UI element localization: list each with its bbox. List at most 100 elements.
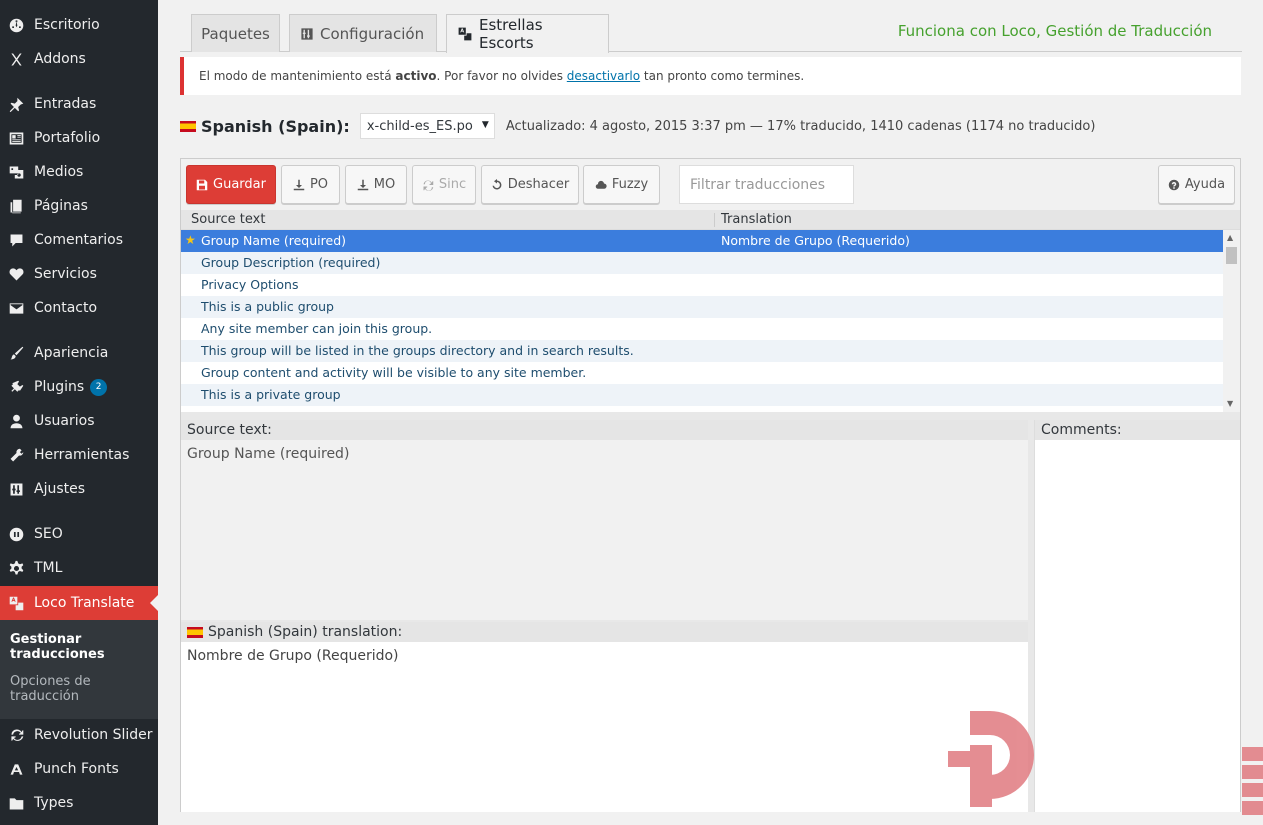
tab-label: Configuración (320, 24, 425, 43)
powered-by-text: Funciona con Loco, Gestión de Traducción (897, 22, 1212, 40)
revert-label: Deshacer (507, 177, 570, 192)
sidebar-item-servicios[interactable]: Servicios (0, 257, 158, 291)
po-label: PO (309, 177, 329, 192)
scrollbar-thumb[interactable] (1226, 247, 1237, 264)
scroll-up-arrow-icon[interactable]: ▲ (1227, 233, 1233, 242)
maintenance-notice: El modo de mantenimiento está activo. Po… (180, 57, 1241, 95)
dashboard-icon (6, 15, 26, 35)
help-icon (1168, 179, 1180, 190)
column-separator[interactable] (714, 213, 715, 227)
source-panel: Source text: Group Name (required) (181, 420, 1028, 620)
comments-panel-title: Comments: (1035, 420, 1240, 440)
seo-icon (6, 524, 26, 544)
sidebar-item-label: Comentarios (34, 232, 124, 248)
tab-configuracion[interactable]: Configuración (289, 14, 437, 52)
row-source: This group will be listed in the groups … (201, 343, 634, 358)
deactivate-link[interactable]: desactivarlo (567, 69, 640, 83)
sidebar-item-escritorio[interactable]: Escritorio (0, 8, 158, 42)
sidebar-item-label: SEO (34, 526, 63, 542)
sidebar-item-label: Portafolio (34, 130, 101, 146)
sidebar-item-seo[interactable]: SEO (0, 517, 158, 551)
list-scrollbar[interactable]: ▲ ▼ (1223, 230, 1240, 412)
sidebar-item-portafolio[interactable]: Portafolio (0, 121, 158, 155)
download-mo-button[interactable]: MO (345, 165, 407, 204)
sidebar-item-plugins[interactable]: Plugins 2 (0, 370, 158, 404)
refresh-icon (6, 725, 26, 745)
sidebar-item-entradas[interactable]: Entradas (0, 87, 158, 121)
table-row[interactable]: Privacy Options (181, 274, 1223, 296)
sidebar-item-tml[interactable]: TML (0, 551, 158, 585)
revert-button[interactable]: Deshacer (481, 165, 579, 204)
sidebar-item-label: Plugins (34, 379, 85, 395)
fuzzy-button[interactable]: Fuzzy (583, 165, 660, 204)
table-row[interactable]: Group Description (required) (181, 252, 1223, 274)
cloud-icon (595, 180, 607, 189)
language-title: Spanish (Spain): (201, 116, 350, 136)
admin-sidebar: Escritorio Addons Entradas Portafolio Me… (0, 0, 158, 825)
submenu-item-opciones[interactable]: Opciones de traducción (10, 674, 150, 704)
sync-icon (423, 179, 434, 191)
translation-textarea[interactable]: Nombre de Grupo (Requerido) (187, 648, 399, 664)
download-po-button[interactable]: PO (281, 165, 340, 204)
sidebar-item-herramientas[interactable]: Herramientas (0, 438, 158, 472)
sidebar-item-ajustes[interactable]: Ajustes (0, 472, 158, 506)
sidebar-item-usuarios[interactable]: Usuarios (0, 404, 158, 438)
sidebar-item-revolution-slider[interactable]: Revolution Slider (0, 718, 158, 752)
table-row[interactable]: This is a public group (181, 296, 1223, 318)
sidebar-item-addons[interactable]: Addons (0, 42, 158, 76)
table-row[interactable]: This group will be listed in the groups … (181, 340, 1223, 362)
pin-icon (6, 94, 26, 114)
tab-estrellas-escorts[interactable]: Estrellas Escorts (446, 14, 609, 53)
save-button[interactable]: Guardar (186, 165, 276, 204)
loco-submenu: Gestionar traducciones Opciones de tradu… (0, 620, 158, 719)
comments-panel: Comments: (1034, 420, 1240, 812)
notice-bold: activo (395, 69, 437, 83)
scroll-down-arrow-icon[interactable]: ▼ (1227, 399, 1233, 408)
help-label: Ayuda (1184, 177, 1226, 192)
fuzzy-label: Fuzzy (611, 177, 649, 192)
sidebar-item-loco-translate[interactable]: Loco Translate (0, 586, 158, 620)
notice-text-middle: . Por favor no olvides (436, 69, 567, 83)
table-row[interactable]: ★ Group Name (required) Nombre de Grupo … (181, 230, 1223, 252)
sidebar-item-paginas[interactable]: Páginas (0, 189, 158, 223)
editor-toolbar: Guardar PO MO Sinc Deshacer Fuzzy Ayuda (181, 159, 1240, 210)
sidebar-item-label: Medios (34, 164, 84, 180)
help-button[interactable]: Ayuda (1158, 165, 1235, 204)
tab-paquetes[interactable]: Paquetes (191, 14, 280, 52)
sidebar-item-label: Types (34, 795, 74, 811)
sidebar-item-medios[interactable]: Medios (0, 155, 158, 189)
sidebar-item-contacto[interactable]: Contacto (0, 291, 158, 325)
sidebar-item-label: Revolution Slider (34, 727, 153, 743)
file-select[interactable]: x-child-es_ES.po (359, 113, 495, 139)
table-row[interactable]: Any site member can join this group. (181, 318, 1223, 340)
font-icon (6, 759, 26, 779)
envelope-icon (6, 298, 26, 318)
notice-text-before: El modo de mantenimiento está (199, 69, 396, 83)
translation-panel-header: Spanish (Spain) translation: (181, 622, 1028, 642)
translation-panel-title: Spanish (Spain) translation: (208, 624, 403, 640)
gear-icon (6, 558, 26, 578)
comment-icon (6, 230, 26, 250)
row-translation: Nombre de Grupo (Requerido) (721, 233, 910, 248)
table-row[interactable]: Group content and activity will be visib… (181, 362, 1223, 384)
row-source: Group Name (required) (201, 233, 347, 248)
file-header: Spanish (Spain): x-child-es_ES.po Actual… (180, 112, 1095, 140)
translate-icon (457, 26, 473, 42)
submenu-item-gestionar[interactable]: Gestionar traducciones (10, 632, 150, 662)
list-resize-handle[interactable] (181, 412, 1240, 420)
column-translation[interactable]: Translation (721, 212, 792, 227)
filter-translations-input[interactable] (679, 165, 854, 204)
column-source-text[interactable]: Source text (191, 212, 265, 227)
media-icon (6, 162, 26, 182)
file-select-value: x-child-es_ES.po (366, 118, 473, 134)
sidebar-item-apariencia[interactable]: Apariencia (0, 336, 158, 370)
sidebar-item-punch-fonts[interactable]: Punch Fonts (0, 752, 158, 786)
sliders-icon (300, 27, 314, 41)
table-row[interactable]: This is a private group (181, 384, 1223, 406)
save-label: Guardar (213, 177, 266, 192)
row-source: This is a public group (201, 299, 334, 314)
sync-button[interactable]: Sinc (412, 165, 476, 204)
sidebar-item-types[interactable]: Types (0, 786, 158, 820)
sidebar-item-comentarios[interactable]: Comentarios (0, 223, 158, 257)
sidebar-item-label: Escritorio (34, 17, 100, 33)
